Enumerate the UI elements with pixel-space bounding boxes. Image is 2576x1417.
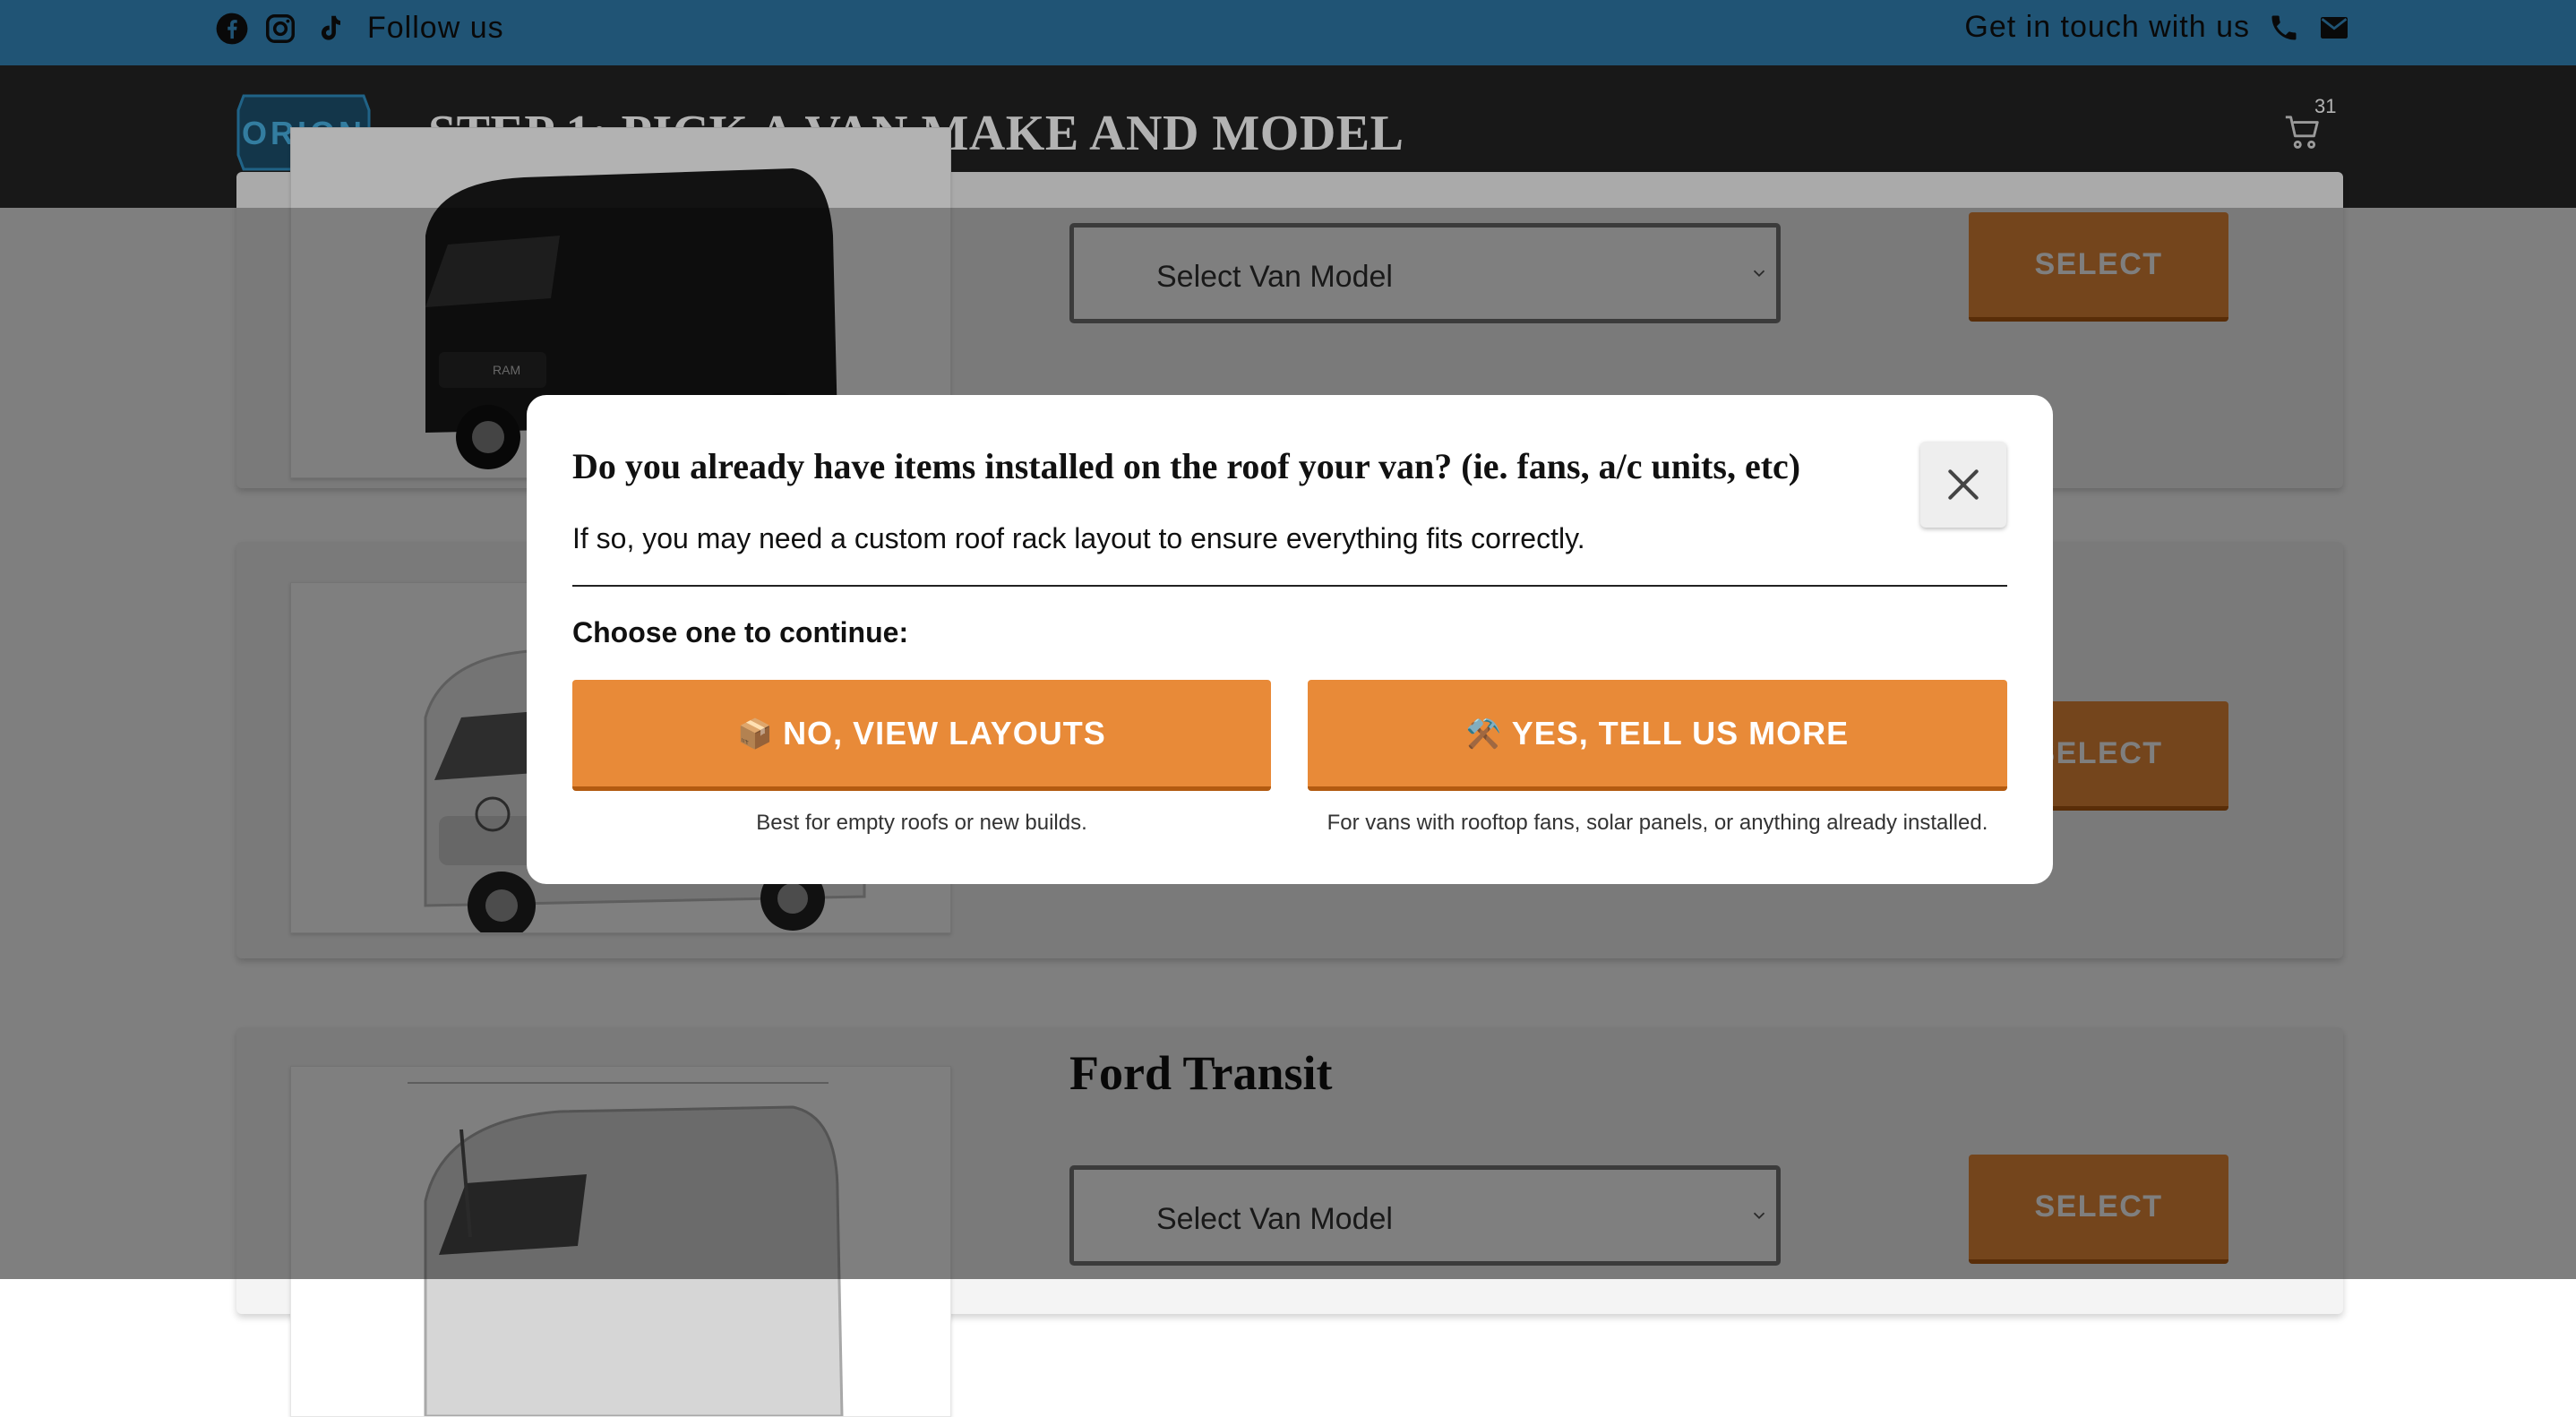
modal-title: Do you already have items installed on t… <box>572 446 1801 486</box>
close-icon <box>1948 469 1979 500</box>
modal-subtitle: If so, you may need a custom roof rack l… <box>572 522 1585 554</box>
yes-tell-us-more-label: YES, TELL US MORE <box>1511 714 1850 751</box>
top-bar: Follow us Get in touch with us <box>0 0 2576 65</box>
mail-icon[interactable] <box>2318 12 2350 44</box>
facebook-icon[interactable] <box>215 12 249 46</box>
contact-links: Get in touch with us <box>1964 10 2350 45</box>
close-button[interactable] <box>1920 442 2006 528</box>
package-icon: 📦 <box>737 716 775 751</box>
no-view-layouts-button[interactable]: 📦 NO, VIEW LAYOUTS <box>572 680 1271 791</box>
social-links: Follow us <box>215 11 504 46</box>
cart-count-badge: 31 <box>2314 95 2337 117</box>
roof-items-modal: Do you already have items installed on t… <box>527 395 2053 884</box>
modal-divider <box>572 585 2007 587</box>
contact-label: Get in touch with us <box>1964 10 2250 44</box>
instagram-icon[interactable] <box>263 12 297 46</box>
no-view-layouts-label: NO, VIEW LAYOUTS <box>783 714 1106 751</box>
phone-icon[interactable] <box>2268 12 2300 44</box>
yes-tell-us-more-button[interactable]: ⚒️ YES, TELL US MORE <box>1308 680 2007 791</box>
choose-label: Choose one to continue: <box>572 616 909 648</box>
hammer-and-pick-icon: ⚒️ <box>1465 716 1503 751</box>
no-option-hint: Best for empty roofs or new builds. <box>756 811 1087 835</box>
tiktok-icon[interactable] <box>312 12 346 46</box>
follow-us-label: Follow us <box>367 11 504 45</box>
yes-option-hint: For vans with rooftop fans, solar panels… <box>1327 811 1988 835</box>
